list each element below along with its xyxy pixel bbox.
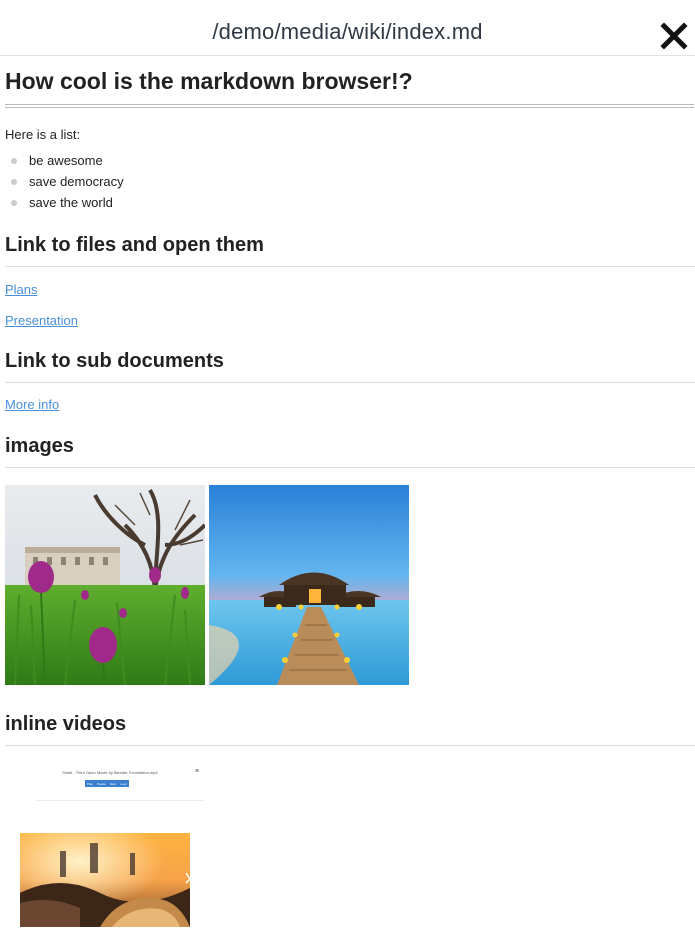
markdown-content: How cool is the markdown browser!? Here …: [5, 56, 695, 746]
link-plans[interactable]: Plans: [5, 282, 38, 297]
list-item-text: save democracy: [29, 174, 124, 189]
document-title: How cool is the markdown browser!?: [5, 68, 694, 108]
intro-text: Here is a list:: [5, 127, 81, 142]
bullet-dot-icon: [11, 158, 17, 164]
link-presentation[interactable]: Presentation: [5, 313, 78, 328]
video-filename: Sintel - Third Open Movie by Blender Fou…: [62, 770, 158, 775]
video-play-button[interactable]: Play: [87, 782, 93, 786]
video-close-icon[interactable]: ×: [195, 768, 199, 775]
section-heading-images: images: [5, 435, 695, 468]
video-preview[interactable]: Sintel - Third Open Movie by Blender Fou…: [5, 760, 205, 930]
list-item-text: be awesome: [29, 153, 103, 168]
video-pause-button[interactable]: Pause: [97, 782, 106, 786]
section-heading-videos: inline videos: [5, 713, 695, 746]
viewer-header: /demo/media/wiki/index.md: [0, 0, 695, 56]
bullet-dot-icon: [11, 200, 17, 206]
overwater-bungalow-image[interactable]: [209, 485, 409, 685]
flowers-image[interactable]: [5, 485, 205, 685]
image-gallery: [5, 485, 415, 685]
link-more-info[interactable]: More info: [5, 397, 59, 412]
video-next-button[interactable]: Next: [110, 782, 116, 786]
file-path-title: /demo/media/wiki/index.md: [212, 19, 483, 44]
section-heading-subdocs: Link to sub documents: [5, 350, 695, 383]
close-icon: [660, 22, 688, 50]
video-window-header: Sintel - Third Open Movie by Blender Fou…: [35, 768, 205, 801]
bullet-list: be awesome save democracy save the world: [5, 154, 695, 217]
list-item-text: save the world: [29, 195, 113, 210]
section-heading-files: Link to files and open them: [5, 234, 695, 267]
video-frame: [20, 833, 190, 927]
video-controls: Play Pause Next Loop: [85, 780, 129, 787]
bullet-dot-icon: [11, 179, 17, 185]
video-loop-button[interactable]: Loop: [120, 782, 127, 786]
close-button[interactable]: [660, 22, 692, 54]
list-item: save democracy: [5, 175, 695, 196]
list-item: be awesome: [5, 154, 695, 175]
list-item: save the world: [5, 196, 695, 217]
